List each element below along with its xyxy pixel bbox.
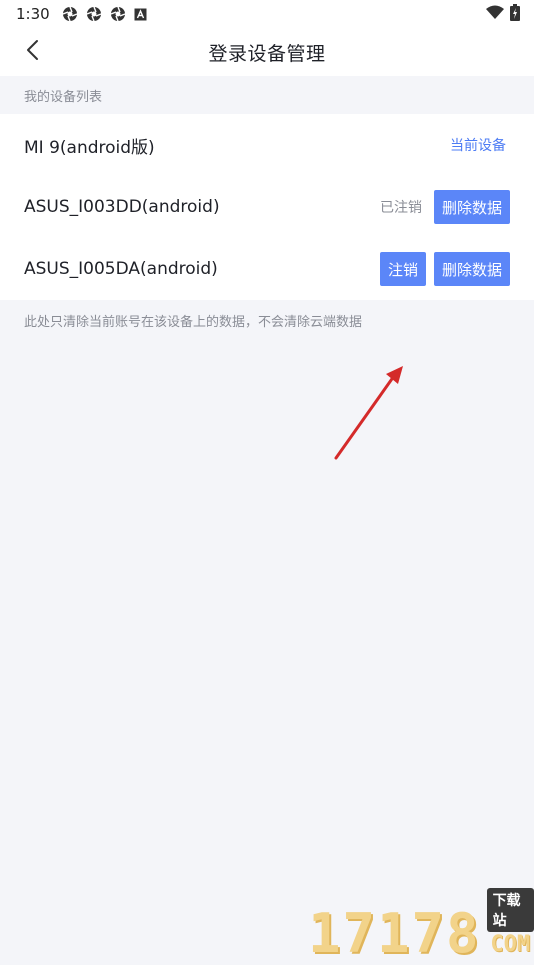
device-row-current: MI 9(android版) 当前设备 (0, 114, 534, 176)
aperture-icon (110, 6, 126, 22)
section-header: 我的设备列表 (24, 89, 103, 105)
a-box-icon (134, 8, 147, 21)
device-row-active: ASUS_I005DA(android) 注销 删除数据 (0, 238, 534, 300)
nav-bar: 登录设备管理 (0, 28, 534, 76)
device-name: ASUS_I005DA(android) (24, 259, 218, 279)
watermark-logo: 17178 下载站 COM (308, 888, 534, 961)
device-name: MI 9(android版) (24, 137, 155, 158)
logged-out-status: 已注销 (379, 200, 422, 216)
device-name: ASUS_I003DD(android) (24, 197, 220, 217)
status-bar: 1:30 (0, 0, 534, 28)
status-right-icons (486, 3, 520, 25)
status-time: 1:30 (16, 5, 50, 23)
page-title: 登录设备管理 (208, 42, 326, 65)
current-device-label: 当前设备 (450, 138, 506, 154)
watermark-badge: 下载站 (486, 888, 534, 932)
back-button[interactable] (18, 38, 46, 66)
watermark-side: 下载站 COM (486, 888, 534, 957)
device-list: MI 9(android版) 当前设备 ASUS_I003DD(android)… (0, 114, 534, 300)
chevron-left-icon (25, 39, 39, 65)
aperture-icon (86, 6, 102, 22)
device-row-logged-out: ASUS_I003DD(android) 已注销 删除数据 (0, 176, 534, 238)
delete-data-button[interactable]: 删除数据 (433, 190, 510, 224)
watermark-digits: 17178 (308, 902, 481, 965)
annotation-arrow-icon (330, 362, 410, 466)
battery-charging-icon (510, 3, 520, 25)
delete-data-button[interactable]: 删除数据 (433, 252, 510, 286)
info-note: 此处只清除当前账号在该设备上的数据，不会清除云端数据 (24, 315, 363, 330)
watermark-suffix: COM (490, 932, 531, 957)
logout-button[interactable]: 注销 (379, 252, 426, 286)
aperture-icon (62, 6, 78, 22)
wifi-icon (486, 5, 504, 23)
